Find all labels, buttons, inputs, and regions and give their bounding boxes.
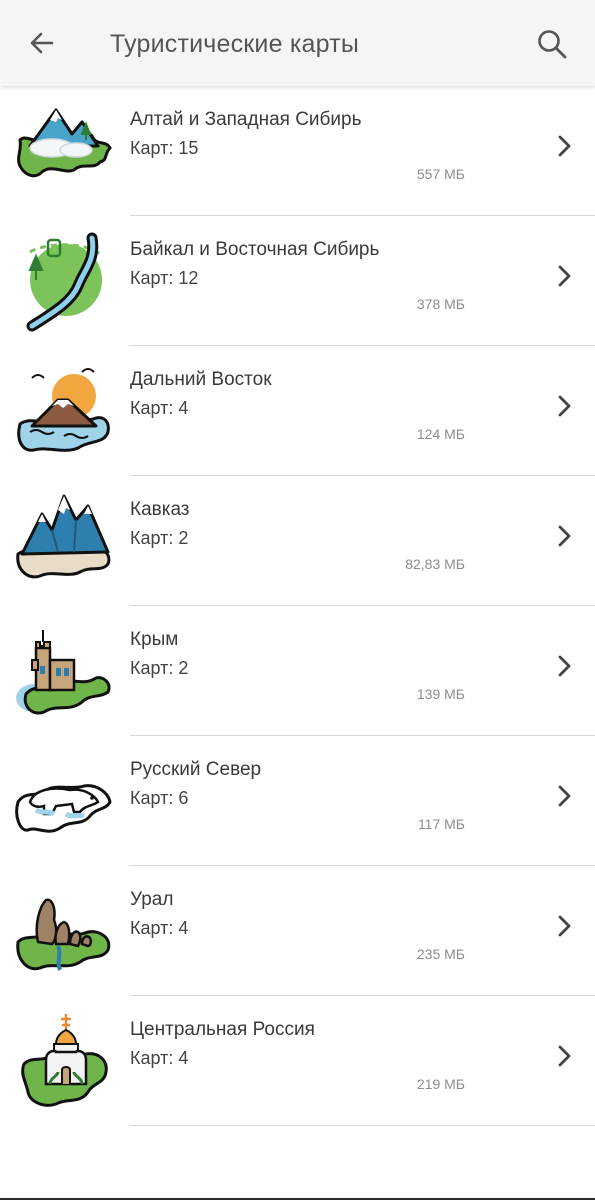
item-title: Крым bbox=[130, 629, 179, 650]
altai-mountains-icon bbox=[17, 108, 112, 178]
item-map-count: Карт: 12 bbox=[130, 268, 199, 288]
chevron-right-icon bbox=[558, 915, 571, 937]
chevron-right-icon bbox=[558, 785, 571, 807]
back-button[interactable] bbox=[22, 23, 62, 63]
item-map-count: Карт: 4 bbox=[130, 398, 189, 418]
item-size: 378 МБ bbox=[416, 296, 465, 312]
baikal-lake-icon bbox=[26, 232, 102, 332]
crimea-castle-icon bbox=[16, 630, 111, 715]
item-map-count: Карт: 15 bbox=[130, 138, 199, 158]
item-title: Кавказ bbox=[130, 499, 190, 520]
ural-rocks-icon bbox=[16, 898, 111, 971]
polar-bear-icon bbox=[15, 784, 112, 833]
item-title: Урал bbox=[130, 889, 174, 910]
list-item[interactable]: Урал Карт: 4 235 МБ bbox=[0, 866, 595, 996]
divider bbox=[130, 1125, 595, 1126]
search-button[interactable] bbox=[530, 22, 574, 66]
item-title: Дальний Восток bbox=[130, 369, 272, 390]
item-title: Байкал и Восточная Сибирь bbox=[130, 239, 380, 260]
chevron-right-icon bbox=[558, 135, 571, 157]
list-item[interactable]: Алтай и Западная Сибирь Карт: 15 557 МБ bbox=[0, 86, 595, 216]
app-bar: Туристические карты bbox=[0, 0, 595, 86]
item-title: Русский Север bbox=[130, 759, 262, 780]
item-title: Алтай и Западная Сибирь bbox=[130, 109, 362, 130]
item-size: 139 МБ bbox=[416, 686, 465, 702]
chevron-right-icon bbox=[558, 395, 571, 417]
chevron-right-icon bbox=[558, 1045, 571, 1067]
chevron-right-icon bbox=[558, 655, 571, 677]
item-map-count: Карт: 4 bbox=[130, 918, 189, 938]
far-east-volcano-icon bbox=[17, 368, 110, 452]
item-size: 117 МБ bbox=[417, 816, 465, 832]
region-list: Алтай и Западная Сибирь Карт: 15 557 МБ … bbox=[0, 86, 595, 1126]
item-size: 235 МБ bbox=[416, 946, 465, 962]
item-map-count: Карт: 4 bbox=[130, 1048, 189, 1068]
list-item[interactable]: Кавказ Карт: 2 82,83 МБ bbox=[0, 476, 595, 606]
chevron-right-icon bbox=[558, 525, 571, 547]
item-size: 557 МБ bbox=[416, 166, 465, 182]
item-title: Центральная Россия bbox=[130, 1019, 315, 1040]
list-item[interactable]: Байкал и Восточная Сибирь Карт: 12 378 М… bbox=[0, 216, 595, 346]
list-item[interactable]: Центральная Россия Карт: 4 219 МБ bbox=[0, 996, 595, 1126]
item-map-count: Карт: 6 bbox=[130, 788, 189, 808]
list-item[interactable]: Дальний Восток Карт: 4 124 МБ bbox=[0, 346, 595, 476]
search-icon bbox=[538, 30, 567, 59]
item-size: 82,83 МБ bbox=[405, 556, 465, 572]
page-title: Туристические карты bbox=[110, 30, 360, 58]
church-icon bbox=[21, 1014, 108, 1107]
list-item[interactable]: Русский Север Карт: 6 117 МБ bbox=[0, 736, 595, 866]
item-size: 124 МБ bbox=[416, 426, 465, 442]
chevron-right-icon bbox=[558, 265, 571, 287]
item-size: 219 МБ bbox=[416, 1076, 465, 1092]
list-item[interactable]: Крым Карт: 2 139 МБ bbox=[0, 606, 595, 736]
caucasus-mountains-icon bbox=[16, 494, 111, 579]
item-map-count: Карт: 2 bbox=[130, 528, 189, 548]
arrow-back-icon bbox=[30, 32, 54, 54]
item-map-count: Карт: 2 bbox=[130, 658, 189, 678]
